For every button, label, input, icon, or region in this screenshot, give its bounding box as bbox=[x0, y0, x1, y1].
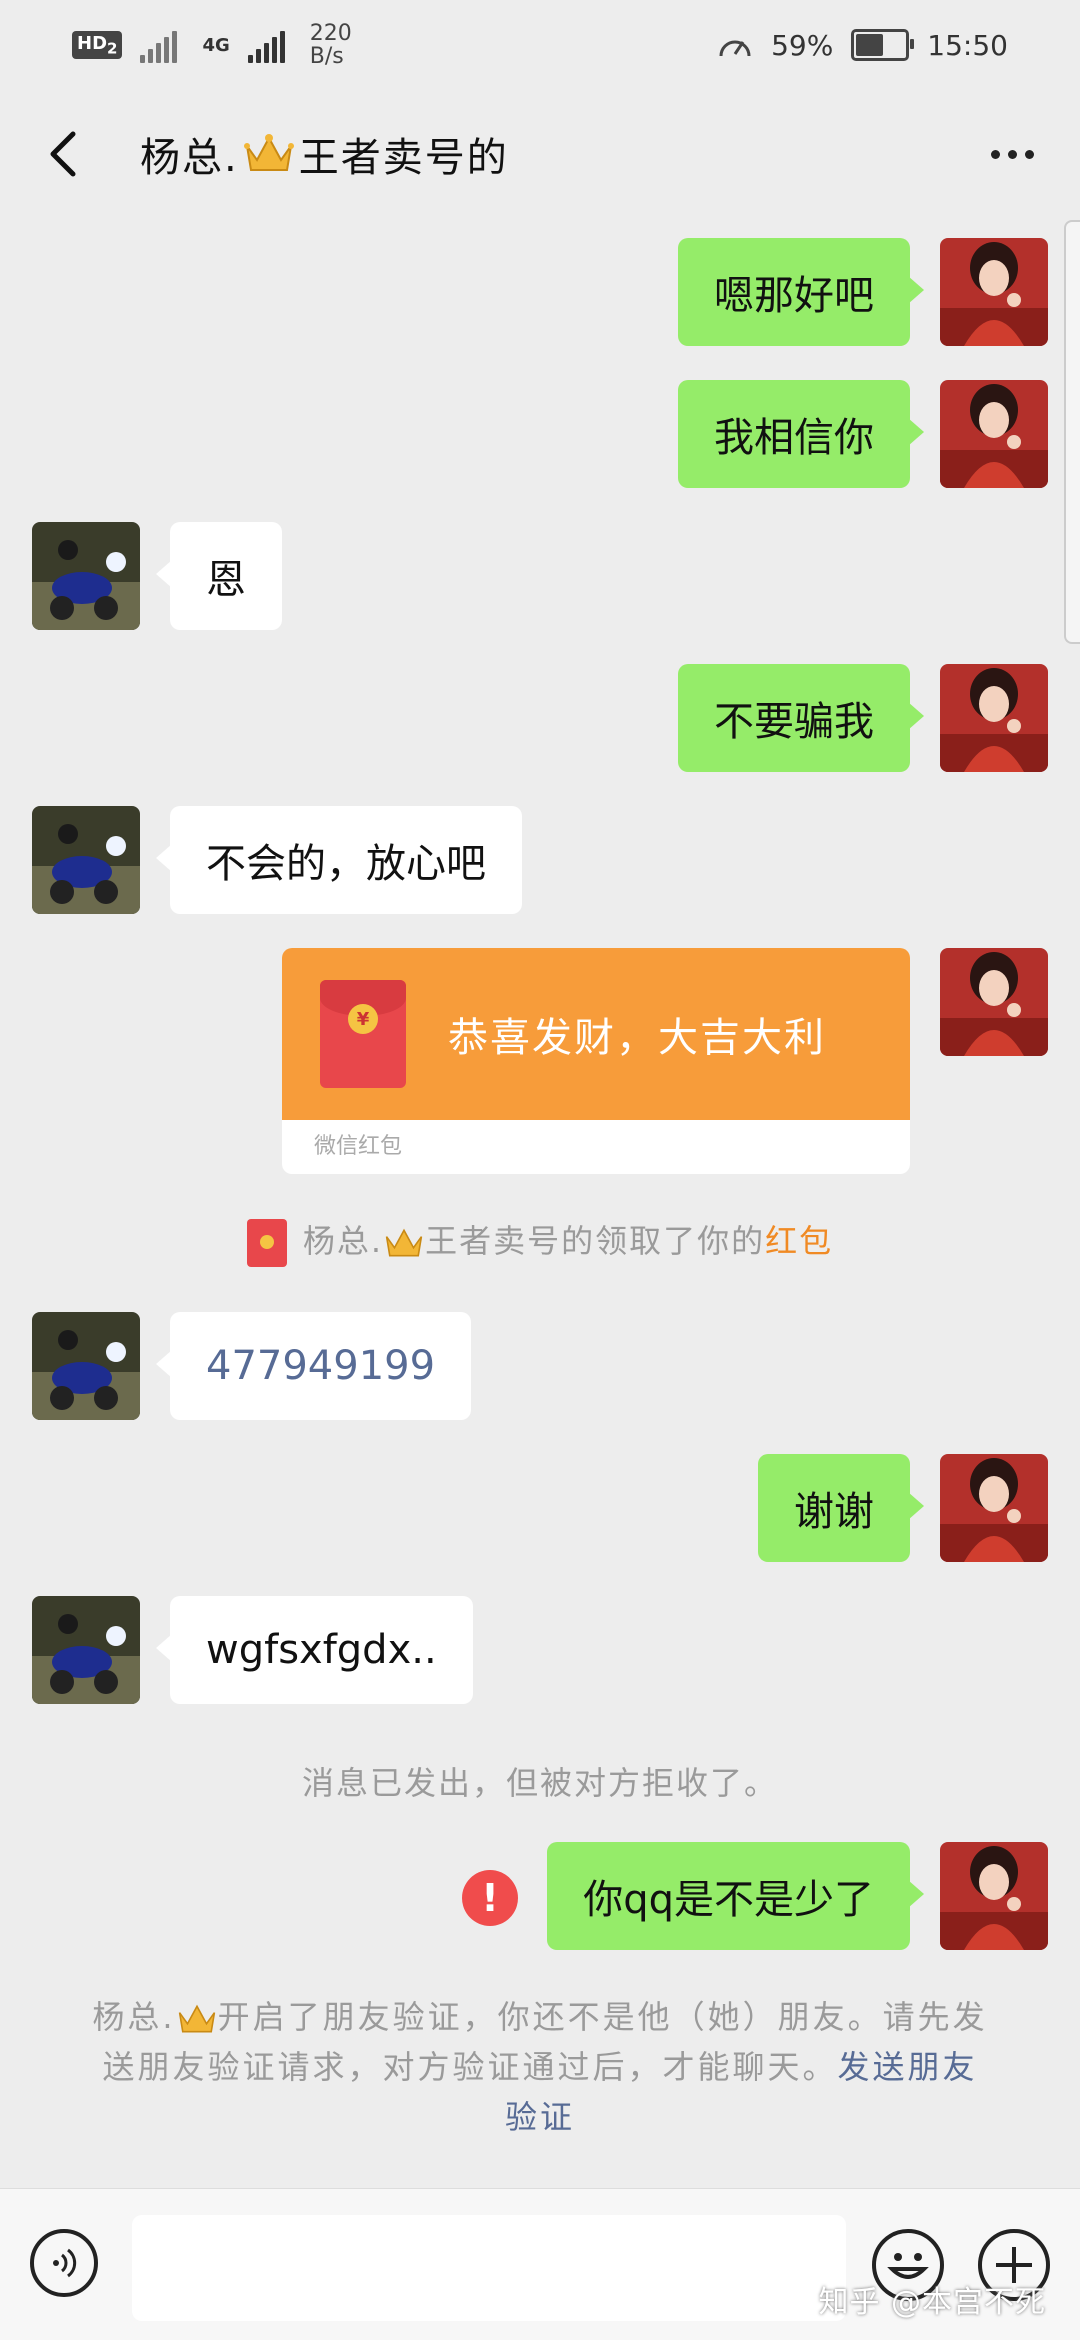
data-rate: 220 B/s bbox=[310, 22, 352, 68]
my-message-bubble[interactable]: 不要骗我 bbox=[678, 664, 924, 772]
coin-icon: ¥ bbox=[348, 1004, 378, 1034]
hd-label: HD bbox=[77, 32, 108, 54]
input-bar: 知乎 @本宫不死 bbox=[0, 2188, 1080, 2340]
avatar-image bbox=[940, 948, 1048, 1056]
message-text: 嗯那好吧 bbox=[714, 273, 874, 319]
message-text: 恩 bbox=[206, 557, 246, 603]
red-packet-top: ¥ 恭喜发财，大吉大利 bbox=[282, 948, 910, 1120]
network-type: 4G bbox=[202, 34, 230, 56]
battery-icon bbox=[851, 29, 915, 61]
avatar-image bbox=[940, 1842, 1048, 1950]
hd-sub: 2 bbox=[107, 39, 118, 58]
rate-value: 220 bbox=[309, 20, 352, 46]
message-text[interactable]: 477949199 bbox=[206, 1343, 435, 1389]
avatar-image bbox=[32, 1312, 140, 1420]
contact-avatar[interactable] bbox=[32, 522, 140, 630]
avatar-image bbox=[940, 238, 1048, 346]
my-avatar[interactable] bbox=[940, 238, 1048, 346]
red-packet-greeting: 恭喜发财，大吉大利 bbox=[448, 1015, 826, 1061]
avatar-image bbox=[32, 522, 140, 630]
my-message-bubble[interactable]: 你qq是不是少了 bbox=[547, 1842, 924, 1950]
avatar-image bbox=[940, 1454, 1048, 1562]
my-avatar[interactable] bbox=[940, 948, 1048, 1056]
contact-message-bubble[interactable]: wgfsxfgdx.. bbox=[156, 1596, 473, 1704]
clock: 15:50 bbox=[927, 28, 1008, 62]
crown-icon bbox=[243, 134, 294, 171]
my-message-bubble[interactable]: 嗯那好吧 bbox=[678, 238, 924, 346]
red-envelope-small-icon bbox=[246, 1219, 287, 1267]
contact-avatar[interactable] bbox=[32, 1312, 140, 1420]
avatar-image bbox=[32, 806, 140, 914]
message-text: wgfsxfgdx.. bbox=[206, 1627, 437, 1673]
battery-percent: 59% bbox=[771, 28, 834, 62]
avatar-image bbox=[940, 380, 1048, 488]
crown-icon bbox=[178, 2004, 215, 2033]
chat-header: 杨总. 王者卖号的 bbox=[0, 90, 1080, 218]
avatar-image bbox=[940, 664, 1048, 772]
chevron-left-icon bbox=[50, 131, 76, 177]
my-avatar[interactable] bbox=[940, 664, 1048, 772]
message-text: 我相信你 bbox=[714, 415, 874, 461]
my-avatar[interactable] bbox=[940, 1454, 1048, 1562]
status-right: 59% 15:50 bbox=[717, 29, 1008, 62]
contact-message-bubble[interactable]: 477949199 bbox=[155, 1312, 472, 1420]
rejected-system-notice: 消息已发出，但被对方拒收了。 bbox=[301, 1764, 778, 1802]
voice-icon bbox=[53, 2248, 77, 2278]
signal-4g-icon bbox=[247, 27, 292, 63]
avatar-image bbox=[32, 1596, 140, 1704]
title-name: 杨总. bbox=[140, 135, 239, 181]
hd-badge: HD2 bbox=[72, 30, 123, 60]
back-button[interactable] bbox=[36, 128, 88, 180]
contact-message-bubble[interactable]: 不会的，放心吧 bbox=[156, 806, 522, 914]
red-packet-label: 微信红包 bbox=[314, 1134, 403, 1159]
contact-message-bubble[interactable]: 恩 bbox=[156, 522, 282, 630]
status-bar: HD2 4G 220 B/s 59% 15:50 bbox=[0, 0, 1080, 90]
red-packet-card[interactable]: ¥ 恭喜发财，大吉大利 微信红包 bbox=[282, 948, 910, 1174]
chat-title: 杨总. 王者卖号的 bbox=[140, 125, 509, 183]
my-avatar[interactable] bbox=[940, 1842, 1048, 1950]
message-input[interactable] bbox=[132, 2215, 846, 2321]
notice-name: 杨总. bbox=[302, 1222, 384, 1260]
more-options-button[interactable] bbox=[981, 140, 1044, 169]
red-envelope-icon: ¥ bbox=[320, 980, 406, 1088]
my-message-bubble[interactable]: 谢谢 bbox=[758, 1454, 924, 1562]
message-text: 谢谢 bbox=[794, 1489, 874, 1535]
watermark: 知乎 @本宫不死 bbox=[818, 2285, 1046, 2320]
my-message-bubble[interactable]: 我相信你 bbox=[678, 380, 924, 488]
notice-text: 王者卖号的领取了你的 bbox=[425, 1222, 766, 1260]
rate-unit: B/s bbox=[309, 44, 344, 69]
crown-icon bbox=[385, 1228, 423, 1257]
friend-verification-notice: 杨总. 开启了朋友验证，你还不是他（她）朋友。请先发送朋友验证请求，对方验证通过后… bbox=[90, 1992, 990, 2142]
red-packet-system-notice: 杨总. 王者卖号的领取了你的红包 bbox=[0, 1216, 1080, 1267]
title-suffix: 王者卖号的 bbox=[298, 135, 509, 181]
message-text: 不要骗我 bbox=[714, 699, 874, 745]
contact-avatar[interactable] bbox=[32, 806, 140, 914]
speedometer-icon bbox=[719, 40, 751, 57]
message-text: 你qq是不是少了 bbox=[583, 1877, 874, 1923]
chat-area[interactable]: 嗯那好吧 我相信你 恩 不要骗我 不会的，放心吧 ¥ 恭喜发财，大吉大利 微信红… bbox=[0, 218, 1080, 2188]
scrollbar[interactable] bbox=[1064, 220, 1080, 644]
send-failed-icon[interactable]: ! bbox=[462, 1870, 518, 1926]
message-text: 不会的，放心吧 bbox=[206, 841, 486, 887]
voice-button[interactable] bbox=[30, 2229, 98, 2297]
signal-icon bbox=[140, 27, 184, 63]
status-left: HD2 4G 220 B/s bbox=[72, 22, 352, 68]
my-avatar[interactable] bbox=[940, 380, 1048, 488]
red-packet-link[interactable]: 红包 bbox=[765, 1222, 833, 1260]
contact-avatar[interactable] bbox=[32, 1596, 140, 1704]
notice-name: 杨总. bbox=[92, 1998, 176, 2036]
